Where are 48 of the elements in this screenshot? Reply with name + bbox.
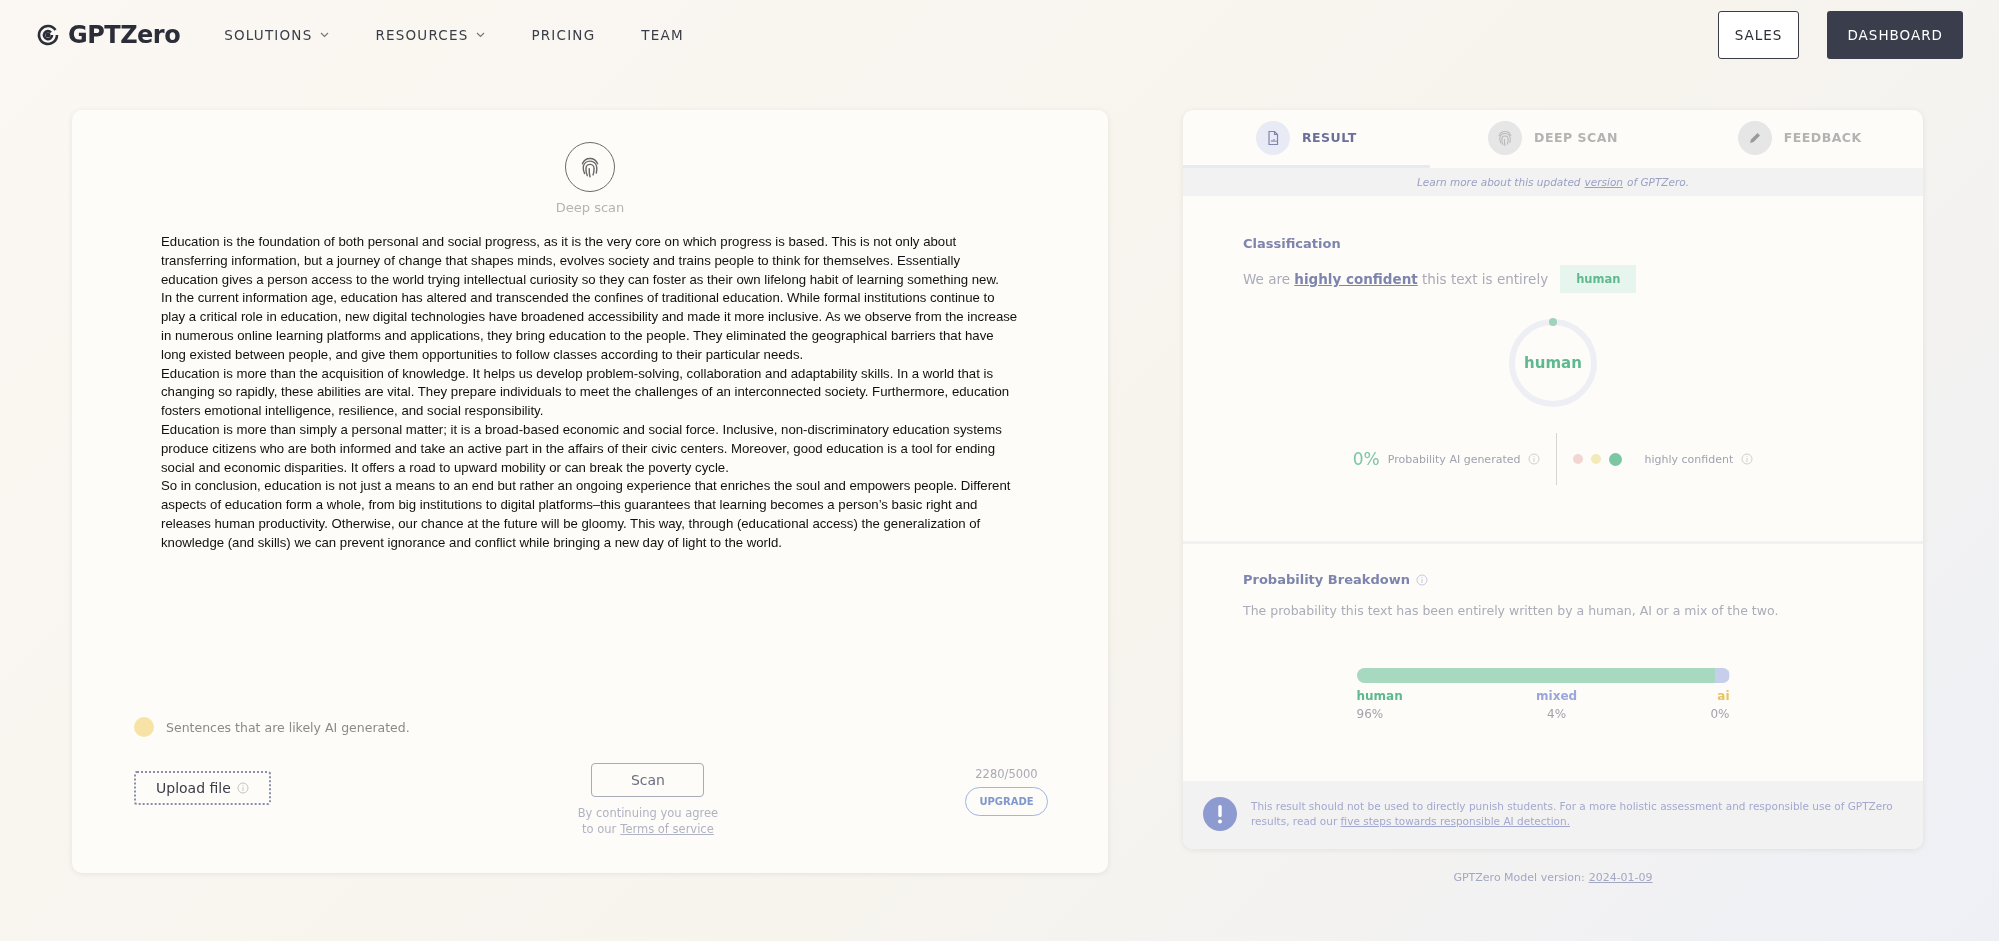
section-title: Probability Breakdown [1243,572,1410,587]
nav-link[interactable]: PRICING [531,27,596,43]
model-version-label: GPTZero Model version: [1453,871,1585,884]
exclamation-icon [1203,797,1237,831]
essay-paragraph: Education is the foundation of both personal and social progress, as it is the very core on which progress is based. This is not only about transferring information, but a journey of change that shapes minds, evolves society and trains people to think for themselves. Essentially education gives a person access to the world trying intellectual curiosity so they can foster as their own lifelong habit of learning something new. [161,233,1000,289]
deep-scan-button[interactable] [565,142,615,192]
essay-paragraph: So in conclusion, education is not just a means to an end but rather an ongoing experience that enriches the soul and empowers people. Different aspects of education form a whole, from big institutions to digital platforms–this guarantees that learning becomes a person’s basic right and releases human productivity. Otherwise, our chance at the future will be gloomy. This way, through (educational access) the generalization of knowledge (and skills) we can prevent ignorance and conflict while bringing a new day of light to the world. [161,477,1012,552]
scan-button[interactable]: Scan [591,763,705,797]
segment-value: 4% [1547,707,1567,721]
notice-text: This result should not be used to directly punish students. For a more holistic assessment and responsible use of GPTZero results, read our five steps towards responsible AI detection. [1251,799,1894,829]
banner-text: Learn more about this updated [1416,176,1581,188]
agree-text: to our [582,821,617,837]
deep-scan-label: Deep scan [555,200,625,215]
info-icon [1528,453,1541,465]
essay-paragraph: Education is more than the acquisition of knowledge. It helps us develop problem-solving, collaboration and adaptability skills. In a world that is changing so rapidly, these abilities are vital. They prepare individuals to meet the challenges of an interconnected society. Furthermore, education fosters emotional intelligence, resilience, and social responsibility. [161,364,1011,421]
essay-paragraph: Education is more than simply a personal matter; it is a broad-based economic and social force. Inclusive, non-discriminatory education systems produce citizens who are both informed and take an active part in the affairs of their civic centers. Moreover, good education is a tool for ending social and economic disparities. It offers a road to upward mobility or can break the poverty cycle. [161,420,1003,477]
segment-value: 0% [1710,707,1730,721]
nav-link[interactable]: RESOURCES [375,27,486,43]
nav-link[interactable]: TEAM [641,27,684,43]
segment-label: ai [1717,689,1730,703]
agree-text: By continuing you agree [577,805,719,821]
info-icon [1741,453,1754,465]
logo-icon [36,23,60,47]
breakdown-description: The probability this text has been entirely written by a human, AI or a mix of the two. [1243,603,1780,618]
dashboard-button[interactable]: DASHBOARD [1827,11,1963,59]
gauge-label: human [1524,354,1582,372]
essay-paragraph: In the current information age, education has altered and transcended the confines of traditional education. While formal institutions continue to play a critical role in education, new digital technologies have broadened accessibility and made it more inclusive. As we observe from the increase in numerous online learning platforms and applications, they bring education to the people. They eliminated the geographical barriers that have long existed between people, and give them opportunities to follow classes according to their particular needs. [161,289,1019,364]
section-title: Classification [1243,236,1341,251]
classification-badge: human [1560,265,1637,293]
ai-probability-label: Probability AI generated [1387,452,1521,466]
logo-text[interactable]: GPTZero [68,21,181,49]
legend-label: Sentences that are likely AI generated. [166,719,410,735]
character-count: 2280/5000 [975,767,1038,781]
banner-text: of GPTZero. [1627,176,1690,188]
chevron-down-icon [320,32,330,38]
chevron-down-icon [476,32,486,38]
confidence-label: highly confident [1644,452,1734,466]
info-icon [236,782,249,794]
upload-file-button[interactable]: Upload file [134,771,271,805]
segment-label: human [1356,689,1403,703]
segment-label: mixed [1536,689,1578,703]
info-icon [1415,573,1428,586]
ai-probability: 0% [1352,449,1380,469]
segment-value: 96% [1356,707,1384,721]
nav-link[interactable]: SOLUTIONS [224,27,330,43]
pencil-icon [1747,130,1762,145]
sales-button[interactable]: SALES [1717,11,1800,59]
classification-sentence: We are highly confident this text is entirely [1243,271,1549,287]
